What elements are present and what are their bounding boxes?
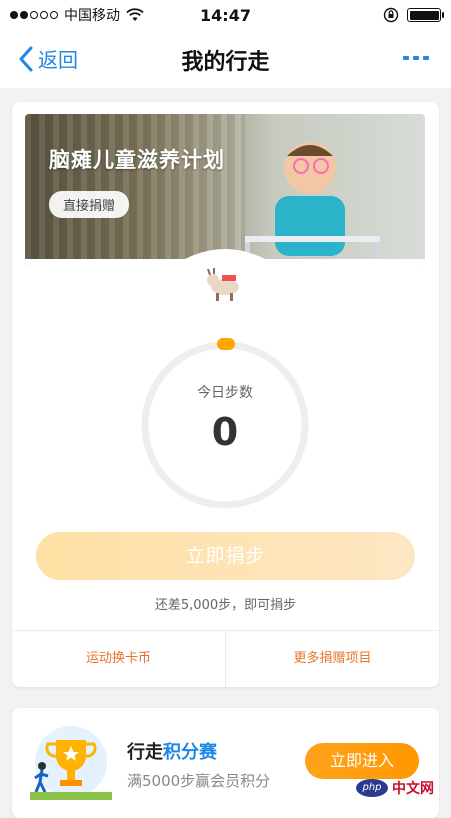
points-race-title: 行走积分赛 bbox=[127, 738, 217, 764]
more-dot-icon bbox=[413, 56, 419, 60]
direct-donate-button[interactable]: 直接捐赠 bbox=[49, 191, 130, 218]
rotation-lock-icon bbox=[383, 7, 399, 23]
battery-icon bbox=[407, 8, 444, 22]
more-options-button[interactable] bbox=[403, 56, 429, 60]
donate-steps-button[interactable]: 立即捐步 bbox=[36, 532, 415, 580]
banner-title: 脑瘫儿童滋养计划 bbox=[49, 148, 225, 172]
trophy-runner-icon bbox=[30, 726, 112, 800]
enter-now-button[interactable]: 立即进入 bbox=[305, 743, 419, 779]
donkey-mascot-icon bbox=[207, 268, 239, 301]
banner-wave-divider bbox=[25, 249, 425, 266]
more-dot-icon bbox=[423, 56, 429, 60]
promo-title-prefix: 行走 bbox=[127, 742, 163, 763]
more-donation-projects-link[interactable]: 更多捐赠项目 bbox=[226, 631, 439, 687]
more-dot-icon bbox=[403, 56, 409, 60]
status-bar: 中国移动 14:47 bbox=[0, 0, 451, 30]
exercise-for-coins-link[interactable]: 运动换卡币 bbox=[12, 631, 225, 687]
progress-dot-icon bbox=[217, 338, 235, 350]
promo-title-accent: 积分赛 bbox=[163, 742, 217, 763]
points-race-subtitle: 满5000步赢会员积分 bbox=[127, 772, 271, 790]
site-watermark: php 中文网 bbox=[356, 778, 434, 798]
today-steps-value: 0 bbox=[211, 410, 239, 454]
chevron-left-icon bbox=[19, 46, 33, 71]
navigation-bar: 返回 我的行走 bbox=[0, 30, 451, 88]
steps-remaining-hint: 还差5,000步，即可捐步 bbox=[154, 598, 297, 613]
watermark-text: 中文网 bbox=[392, 781, 434, 797]
today-steps-label: 今日步数 bbox=[197, 385, 253, 401]
php-logo: php bbox=[356, 779, 388, 797]
walking-card: 脑瘫儿童滋养计划 直接捐赠 今日步数 0 立即捐步 还差5,000步，即可捐步 … bbox=[12, 102, 439, 687]
back-label: 返回 bbox=[38, 48, 78, 72]
wifi-icon bbox=[126, 8, 144, 21]
charity-banner[interactable]: 脑瘫儿童滋养计划 直接捐赠 bbox=[25, 114, 425, 266]
carrier-name: 中国移动 bbox=[64, 8, 120, 24]
points-race-card[interactable]: 行走积分赛 满5000步赢会员积分 立即进入 bbox=[12, 708, 439, 818]
back-button[interactable]: 返回 bbox=[18, 44, 78, 73]
card-links: 运动换卡币 更多捐赠项目 bbox=[12, 631, 439, 687]
signal-strength-icon bbox=[10, 11, 58, 19]
